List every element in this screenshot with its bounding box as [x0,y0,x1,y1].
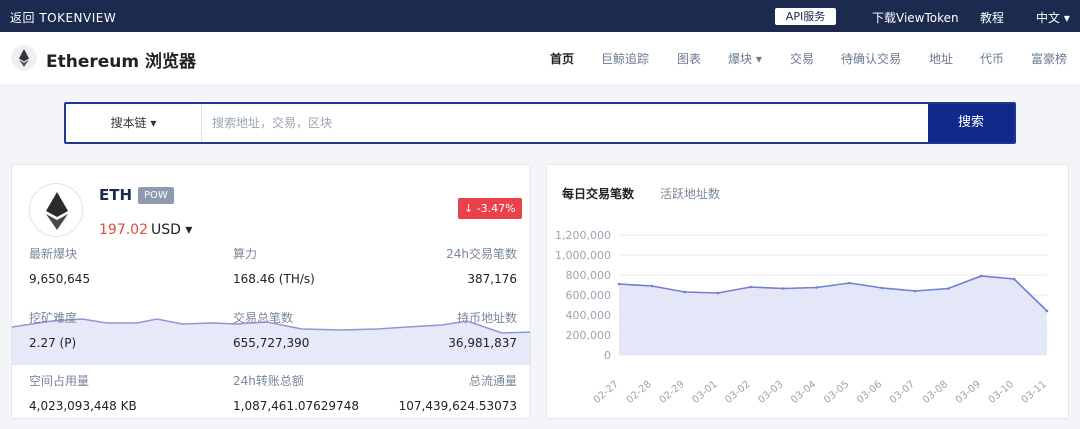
x-tick-label: 03-08 [921,379,950,406]
data-point [782,287,785,290]
nav-whale-tracking[interactable]: 巨鲸追踪 [601,50,649,67]
data-point [946,287,950,290]
currency-select[interactable]: USD ▾ [151,222,192,238]
nav-transactions[interactable]: 交易 [790,50,814,67]
back-link[interactable]: 返回 TOKENVIEW [10,9,116,26]
stat-label-holder-addresses: 持币地址数 [456,311,517,325]
consensus-badge: POW [138,187,174,204]
nav-charts[interactable]: 图表 [677,50,701,67]
x-tick-label: 02-28 [625,379,654,406]
stat-value-latest-block[interactable]: 9,650,645 [29,272,90,286]
stat-value-24h-transfer: 1,087,461.07629748 [233,399,359,413]
eth-stats-card: ETH POW 197.02 USD ▾ ↓ -3.47% 最新爆块 9,650… [11,164,531,419]
data-point [1045,309,1049,313]
language-select[interactable]: 中文 ▾ [1036,9,1070,26]
site-brand[interactable]: Ethereum 浏览器 [46,47,196,72]
stat-value-difficulty: 2.27 (P) [29,336,77,350]
daily-transactions-chart: 0 200,000 400,000 600,000 800,000 1,000,000 1,… [555,229,1049,406]
x-tick-label: 03-04 [789,379,818,406]
data-point [848,281,851,285]
x-tick-label: 03-10 [987,379,1016,406]
y-tick-label: 800,000 [566,269,612,282]
eth-logo-icon [29,183,83,237]
tab-daily-transactions[interactable]: 每日交易笔数 [562,185,634,202]
stat-value-24h-tx: 387,176 [467,272,517,286]
stat-label-24h-tx: 24h交易笔数 [446,247,517,261]
stat-label-total-tx: 交易总笔数 [233,311,294,325]
nav-rich-list[interactable]: 富豪榜 [1031,50,1067,67]
y-tick-label: 400,000 [566,309,612,322]
search-bar: 搜本链 ▾ 搜索 [64,102,1016,144]
stat-label-circulating-supply: 总流通量 [468,374,517,388]
api-service-button[interactable]: API服务 [775,8,836,25]
search-button[interactable]: 搜索 [928,104,1014,142]
stat-value-storage: 4,023,093,448 KB [29,399,137,413]
data-point [650,284,654,288]
data-point [716,291,720,295]
stat-value-circulating-supply: 107,439,624.53073 [398,399,517,413]
stat-value-holder-addresses: 36,981,837 [448,336,517,350]
data-point [979,274,983,278]
stat-value-total-tx: 655,727,390 [233,336,310,350]
search-input[interactable] [204,104,930,142]
x-tick-label: 03-01 [690,379,719,406]
x-tick-label: 03-03 [756,379,785,406]
data-point [683,290,687,294]
tutorial-link[interactable]: 教程 [980,9,1004,26]
y-tick-label: 600,000 [566,289,612,302]
ethereum-logo-icon[interactable] [11,45,37,71]
coin-price: 197.02 [99,222,148,238]
data-point [1012,277,1016,281]
chart-card: 每日交易笔数 活跃地址数 0 200,000 400,000 600,000 800,0… [546,164,1069,419]
y-tick-label: 1,000,000 [555,249,611,262]
stat-label-latest-block: 最新爆块 [29,247,78,261]
nav-pending-transactions[interactable]: 待确认交易 [841,50,901,67]
nav-addresses[interactable]: 地址 [929,50,953,67]
data-point [914,289,917,293]
tab-active-addresses[interactable]: 活跃地址数 [660,185,720,202]
stat-label-storage: 空间占用量 [29,374,90,388]
x-tick-label: 03-02 [723,379,752,406]
stat-label-difficulty: 挖矿难度 [29,311,78,325]
stat-label-24h-transfer: 24h转账总额 [233,374,304,388]
data-point [617,282,621,286]
x-tick-label: 02-27 [592,379,621,406]
top-bar: 返回 TOKENVIEW API服务 下载ViewToken 教程 中文 ▾ [0,0,1080,32]
price-change-badge: ↓ -3.47% [458,198,522,219]
search-scope-select[interactable]: 搜本链 ▾ [66,104,202,142]
stat-label-hashrate: 算力 [233,247,258,261]
data-point [815,286,818,289]
x-tick-label: 03-09 [954,379,983,406]
data-point [749,285,752,289]
coin-symbol: ETH [99,186,133,204]
download-viewtoken-link[interactable]: 下载ViewToken [872,9,959,26]
nav-home[interactable]: 首页 [550,50,574,67]
x-tick-label: 03-06 [855,379,884,406]
stat-value-hashrate: 168.46 (TH/s) [233,272,315,286]
y-tick-label: 1,200,000 [555,229,611,242]
data-point [881,286,884,290]
x-tick-label: 02-29 [657,379,686,406]
y-tick-label: 0 [604,349,611,362]
nav-tokens[interactable]: 代币 [980,50,1004,67]
site-header: Ethereum 浏览器 首页 巨鲸追踪 图表 爆块 ▾ 交易 待确认交易 地址… [0,32,1080,84]
series-area [619,276,1047,355]
nav-blocks[interactable]: 爆块 ▾ [728,50,762,67]
y-tick-label: 200,000 [566,329,612,342]
x-tick-label: 03-07 [888,379,917,406]
x-tick-label: 03-05 [822,379,851,406]
x-tick-label: 03-11 [1020,379,1049,406]
